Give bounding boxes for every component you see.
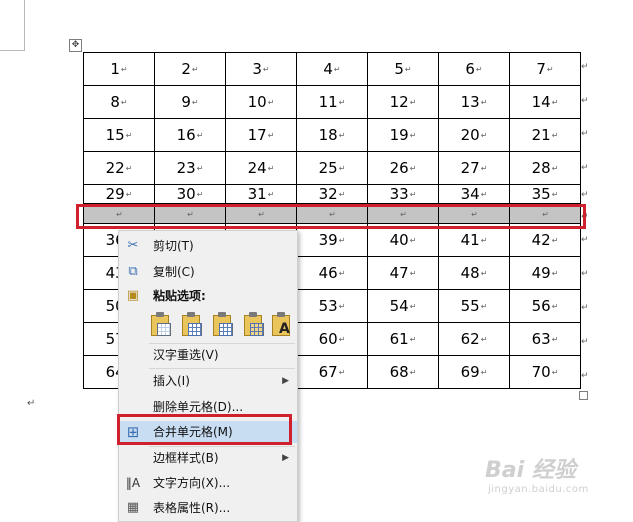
table-cell[interactable]: 15↵ xyxy=(83,118,155,152)
table-cell[interactable]: 25↵ xyxy=(296,151,368,185)
menu-item-hanzi-reselect[interactable]: 汉字重选(V) xyxy=(119,344,297,366)
table-cell[interactable]: 20↵ xyxy=(438,118,510,152)
table-cell[interactable]: 56↵ xyxy=(509,289,581,323)
table-cell[interactable]: 63↵ xyxy=(509,322,581,356)
menu-paste-options-header: ▣ 粘贴选项: xyxy=(126,288,206,303)
menu-item-table-properties[interactable]: ▦ 表格属性(R)... xyxy=(119,497,297,519)
table-row: 29↵ 30↵ 31↵ 32↵ 33↵ 34↵ 35↵ xyxy=(83,184,581,204)
table-cell[interactable]: 17↵ xyxy=(225,118,297,152)
row-end-mark: ↵ xyxy=(581,303,589,313)
copy-icon: ⧉ xyxy=(128,264,138,279)
row-end-mark: ↵ xyxy=(581,129,589,139)
clipboard-icon: ▣ xyxy=(126,288,140,303)
table-cell[interactable]: 14↵ xyxy=(509,85,581,119)
table-cell[interactable]: 55↵ xyxy=(438,289,510,323)
table-cell[interactable]: 9↵ xyxy=(154,85,226,119)
table-cell[interactable]: 60↵ xyxy=(296,322,368,356)
table-cell[interactable]: 19↵ xyxy=(367,118,439,152)
table-cell[interactable]: 3↵ xyxy=(225,52,297,86)
row-end-mark: ↵ xyxy=(581,235,589,245)
menu-item-border-styles[interactable]: 边框样式(B) ▶ xyxy=(119,447,297,469)
table-row: 1↵ 2↵ 3↵ 4↵ 5↵ 6↵ 7↵ xyxy=(83,52,581,86)
table-cell[interactable]: 35↵ xyxy=(509,184,581,204)
table-cell[interactable]: 48↵ xyxy=(438,256,510,290)
row-end-mark: ↵ xyxy=(581,269,589,279)
table-cell[interactable]: 28↵ xyxy=(509,151,581,185)
table-cell[interactable]: 67↵ xyxy=(296,355,368,389)
baidu-jingyan-watermark: Bai 经验 jingyan.baidu.com xyxy=(480,440,630,500)
table-cell[interactable]: 33↵ xyxy=(367,184,439,204)
table-row: 15↵ 16↵ 17↵ 18↵ 19↵ 20↵ 21↵ xyxy=(83,118,581,152)
table-row: 22↵ 23↵ 24↵ 25↵ 26↵ 27↵ 28↵ xyxy=(83,151,581,185)
table-cell[interactable]: 16↵ xyxy=(154,118,226,152)
table-cell[interactable]: 54↵ xyxy=(367,289,439,323)
paste-nest-table-icon[interactable] xyxy=(180,312,204,338)
table-cell[interactable]: 23↵ xyxy=(154,151,226,185)
table-cell[interactable]: 5↵ xyxy=(367,52,439,86)
paste-keep-format-icon[interactable] xyxy=(149,312,173,338)
menu-item-cut[interactable]: ✂ 剪切(T) xyxy=(119,235,297,257)
table-properties-icon: ▦ xyxy=(126,500,140,515)
row-end-mark: ↵ xyxy=(581,337,589,347)
table-cell[interactable]: 10↵ xyxy=(225,85,297,119)
table-cell[interactable]: 21↵ xyxy=(509,118,581,152)
submenu-arrow-icon: ▶ xyxy=(282,453,289,463)
table-cell[interactable]: 4↵ xyxy=(296,52,368,86)
table-cell[interactable]: 70↵ xyxy=(509,355,581,389)
table-cell[interactable]: 47↵ xyxy=(367,256,439,290)
menu-item-insert[interactable]: 插入(I) ▶ xyxy=(119,370,297,392)
table-cell[interactable]: 12↵ xyxy=(367,85,439,119)
submenu-arrow-icon: ▶ xyxy=(282,376,289,386)
table-cell[interactable]: 7↵ xyxy=(509,52,581,86)
scissors-icon: ✂ xyxy=(127,238,139,253)
table-cell[interactable]: 6↵ xyxy=(438,52,510,86)
table-cell[interactable]: 27↵ xyxy=(438,151,510,185)
table-cell[interactable]: 69↵ xyxy=(438,355,510,389)
table-cell[interactable]: 2↵ xyxy=(154,52,226,86)
table-cell[interactable]: 32↵ xyxy=(296,184,368,204)
paste-text-only-icon[interactable]: A xyxy=(270,312,294,338)
table-cell[interactable]: 18↵ xyxy=(296,118,368,152)
paste-insert-rows-icon[interactable] xyxy=(242,312,266,338)
table-cell[interactable]: 26↵ xyxy=(367,151,439,185)
watermark-logo: Bai 经验 xyxy=(485,458,576,483)
table-cell[interactable]: 53↵ xyxy=(296,289,368,323)
table-cell[interactable]: 61↵ xyxy=(367,322,439,356)
watermark-url: jingyan.baidu.com xyxy=(488,484,589,495)
row-end-mark: ↵ xyxy=(581,96,589,106)
table-cell[interactable]: 62↵ xyxy=(438,322,510,356)
table-cell[interactable]: 46↵ xyxy=(296,256,368,290)
row-end-mark: ↵ xyxy=(581,62,589,72)
table-resize-handle[interactable] xyxy=(579,391,588,400)
table-cell[interactable]: 68↵ xyxy=(367,355,439,389)
table-cell[interactable]: 13↵ xyxy=(438,85,510,119)
selected-row-highlight xyxy=(76,204,586,229)
menu-item-copy[interactable]: ⧉ 复制(C) xyxy=(119,261,297,283)
table-row: 8↵ 9↵ 10↵ 11↵ 12↵ 13↵ 14↵ xyxy=(83,85,581,119)
row-end-mark: ↵ xyxy=(581,163,589,173)
paste-merge-table-icon[interactable] xyxy=(211,312,235,338)
table-cell[interactable]: 30↵ xyxy=(154,184,226,204)
table-cell[interactable]: 22↵ xyxy=(83,151,155,185)
context-menu: ✂ 剪切(T) ⧉ 复制(C) ▣ 粘贴选项: A 汉字重选(V) 插入(I) … xyxy=(118,230,298,522)
table-cell[interactable]: 31↵ xyxy=(225,184,297,204)
row-end-mark: ↵ xyxy=(581,190,589,200)
table-cell[interactable]: 1↵ xyxy=(83,52,155,86)
table-cell[interactable]: 49↵ xyxy=(509,256,581,290)
table-cell[interactable]: 34↵ xyxy=(438,184,510,204)
paragraph-mark: ↵ xyxy=(27,398,36,409)
text-direction-icon: ‖A xyxy=(125,476,141,490)
table-cell[interactable]: 24↵ xyxy=(225,151,297,185)
table-cell[interactable]: 11↵ xyxy=(296,85,368,119)
table-cell[interactable]: 29↵ xyxy=(83,184,155,204)
page-corner-mark xyxy=(0,0,25,51)
row-end-mark: ↵ xyxy=(581,371,589,381)
merge-cells-highlight xyxy=(117,414,292,445)
table-move-handle-icon[interactable]: ✥ xyxy=(69,39,82,52)
table-cell[interactable]: 8↵ xyxy=(83,85,155,119)
menu-separator xyxy=(149,368,295,369)
menu-item-text-direction[interactable]: ‖A 文字方向(X)... xyxy=(119,472,297,494)
